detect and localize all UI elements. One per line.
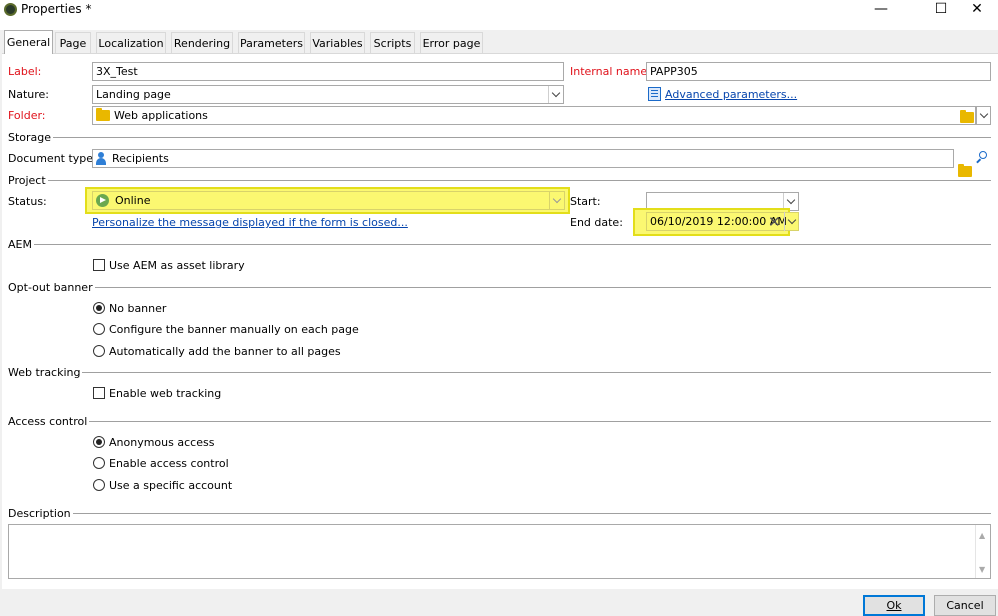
folder-label: Folder: <box>8 109 46 122</box>
status-chevron-down-icon[interactable] <box>549 192 564 209</box>
start-label: Start: <box>570 195 601 208</box>
minimize-button[interactable]: — <box>858 0 904 18</box>
ok-button-label: Ok <box>886 599 902 612</box>
ok-button[interactable]: Ok <box>863 595 925 616</box>
access-section-title: Access control <box>8 415 90 428</box>
optout-section-title: Opt-out banner <box>8 281 95 294</box>
radio-anonymous-access[interactable] <box>93 436 105 448</box>
end-date-label: End date: <box>570 216 623 229</box>
folder-chevron-down-icon[interactable] <box>976 106 991 125</box>
radio-enable-access-control[interactable] <box>93 457 105 469</box>
web-tracking-checkbox-label: Enable web tracking <box>109 387 222 400</box>
status-online-icon <box>96 194 109 207</box>
nature-label: Nature: <box>8 88 50 101</box>
webtracking-section-title: Web tracking <box>8 366 83 379</box>
folder-input[interactable]: Web applications <box>92 106 976 125</box>
radio-no-banner-label: No banner <box>109 302 167 315</box>
window-title: Properties * <box>21 2 92 16</box>
description-divider <box>68 513 991 514</box>
status-label: Status: <box>8 195 47 208</box>
advanced-parameters-link[interactable]: Advanced parameters... <box>665 88 797 101</box>
webtracking-divider <box>76 372 991 373</box>
clear-date-icon[interactable]: ✕ <box>768 214 782 230</box>
tab-general[interactable]: General <box>4 30 53 54</box>
radio-enable-access-control-label: Enable access control <box>109 457 229 470</box>
tab-variables[interactable]: Variables <box>310 32 365 53</box>
description-section-title: Description <box>8 507 73 520</box>
project-section-title: Project <box>8 174 48 187</box>
maximize-icon: ☐ <box>934 1 948 17</box>
personalize-message-link[interactable]: Personalize the message displayed if the… <box>92 216 408 229</box>
tab-parameters[interactable]: Parameters <box>238 32 305 53</box>
access-divider <box>82 421 991 422</box>
project-divider <box>44 180 991 181</box>
app-icon <box>4 3 17 16</box>
status-value: Online <box>115 194 151 207</box>
description-scrollbar[interactable]: ▲ ▼ <box>975 525 990 578</box>
document-type-label: Document type: <box>8 152 97 165</box>
radio-specific-account-label: Use a specific account <box>109 479 233 492</box>
radio-banner-manual-label: Configure the banner manually on each pa… <box>109 323 359 336</box>
tab-scripts[interactable]: Scripts <box>370 32 415 53</box>
title-bar <box>0 0 998 30</box>
folder-icon <box>96 108 110 121</box>
end-date-value: 06/10/2019 12:00:00 AM <box>650 215 787 228</box>
scroll-up-icon[interactable]: ▲ <box>979 531 985 540</box>
radio-banner-auto[interactable] <box>93 345 105 357</box>
user-icon <box>96 152 106 165</box>
folder-value: Web applications <box>114 109 208 122</box>
storage-divider <box>45 137 991 138</box>
nature-value: Landing page <box>96 88 171 101</box>
status-dropdown[interactable]: Online <box>92 191 565 210</box>
nature-chevron-down-icon[interactable] <box>548 86 563 103</box>
radio-banner-manual[interactable] <box>93 323 105 335</box>
cancel-button[interactable]: Cancel <box>934 595 996 616</box>
radio-anonymous-access-label: Anonymous access <box>109 436 215 449</box>
close-icon: ✕ <box>971 1 983 17</box>
close-button[interactable]: ✕ <box>954 0 998 18</box>
tab-localization[interactable]: Localization <box>96 32 166 53</box>
aem-checkbox[interactable] <box>93 259 105 271</box>
tab-page[interactable]: Page <box>55 32 91 53</box>
search-icon[interactable] <box>976 151 988 164</box>
nature-dropdown[interactable]: Landing page <box>92 85 564 104</box>
document-type-browse-icon[interactable] <box>958 164 972 177</box>
general-panel <box>2 53 998 589</box>
aem-divider <box>34 244 991 245</box>
label-field-label: Label: <box>8 65 42 78</box>
optout-divider <box>88 287 991 288</box>
document-type-value: Recipients <box>112 152 169 165</box>
aem-section-title: AEM <box>8 238 34 251</box>
internal-name-input[interactable]: PAPP305 <box>646 62 991 81</box>
internal-name-label: Internal name: <box>570 65 651 78</box>
tab-error-page[interactable]: Error page <box>420 32 483 53</box>
label-input[interactable]: 3X_Test <box>92 62 564 81</box>
radio-no-banner[interactable] <box>93 302 105 314</box>
description-textarea[interactable]: ▲ ▼ <box>8 524 991 579</box>
aem-checkbox-label: Use AEM as asset library <box>109 259 245 272</box>
radio-banner-auto-label: Automatically add the banner to all page… <box>109 345 341 358</box>
advanced-parameters-icon[interactable] <box>648 87 661 101</box>
scroll-down-icon[interactable]: ▼ <box>979 565 985 574</box>
radio-specific-account[interactable] <box>93 479 105 491</box>
tab-rendering[interactable]: Rendering <box>171 32 233 53</box>
end-date-chevron-down-icon[interactable] <box>784 212 799 231</box>
folder-browse-icon[interactable] <box>960 110 974 123</box>
minimize-icon: — <box>874 1 888 17</box>
document-type-input[interactable]: Recipients <box>92 149 954 168</box>
cancel-button-label: Cancel <box>946 599 984 612</box>
storage-section-title: Storage <box>8 131 54 144</box>
web-tracking-checkbox[interactable] <box>93 387 105 399</box>
